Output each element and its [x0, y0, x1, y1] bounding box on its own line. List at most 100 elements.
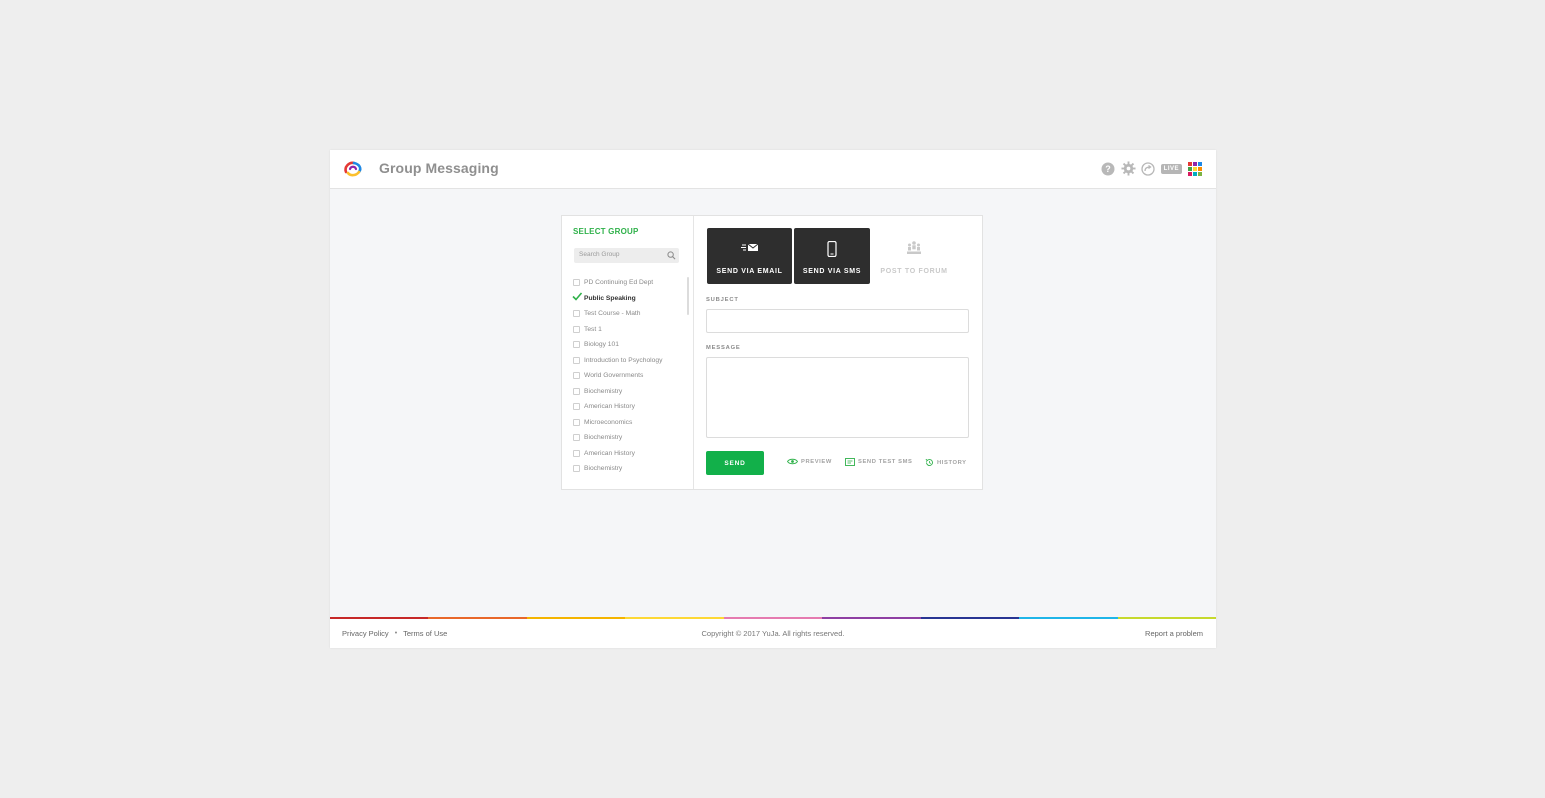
grid-square	[1192, 171, 1197, 176]
group-list-scrollbar[interactable]	[687, 277, 689, 315]
group-item[interactable]: Microeconomics	[573, 415, 693, 431]
yuja-logo[interactable]	[342, 160, 364, 178]
forum-icon	[907, 241, 921, 254]
checkbox[interactable]	[573, 387, 580, 395]
group-item-label: American History	[584, 403, 635, 411]
group-item-label: Biochemistry	[584, 434, 623, 442]
rainbow-segment	[920, 617, 1020, 619]
grid-square	[1197, 161, 1202, 166]
preview-label: PREVIEW	[801, 458, 832, 465]
grid-square	[1187, 166, 1192, 171]
grid-square	[1192, 161, 1197, 166]
checkbox[interactable]	[573, 279, 580, 287]
grid-square	[1197, 166, 1202, 171]
group-item[interactable]: American History	[573, 399, 693, 415]
group-selector: SELECT GROUP Search Group PD Continuing …	[562, 216, 694, 489]
group-item-label: Biochemistry	[584, 387, 623, 395]
rainbow-segment	[723, 617, 823, 619]
checkbox[interactable]	[573, 434, 580, 442]
checkbox[interactable]	[573, 325, 580, 333]
preview-link[interactable]: PREVIEW	[787, 458, 832, 465]
send-test-sms-link[interactable]: SEND TEST SMS	[845, 458, 913, 466]
page-title: Group Messaging	[379, 160, 499, 176]
tab-send-via-sms[interactable]: SEND VIA SMS	[794, 228, 870, 284]
svg-text:?: ?	[1105, 164, 1111, 174]
subject-input[interactable]	[706, 309, 969, 333]
group-item[interactable]: Test 1	[573, 322, 693, 338]
select-group-title: SELECT GROUP	[573, 227, 639, 236]
checkbox[interactable]	[573, 449, 580, 457]
phone-icon	[827, 241, 837, 257]
copyright-text: Copyright © 2017 YuJa. All rights reserv…	[701, 629, 845, 638]
help-icon[interactable]: ?	[1101, 161, 1116, 176]
group-item[interactable]: Biochemistry	[573, 384, 693, 400]
sms-icon	[845, 458, 855, 466]
compose-pane: SEND VIA EMAIL SEND VIA SMS POST TO FORU…	[694, 216, 982, 489]
group-item-label: Test 1	[584, 325, 602, 333]
group-item[interactable]: PD Continuing Ed Dept	[573, 275, 693, 291]
rainbow-divider	[330, 617, 1216, 619]
group-item-label: Public Speaking	[584, 294, 636, 302]
message-label: MESSAGE	[706, 345, 741, 351]
tab-sms-label: SEND VIA SMS	[802, 268, 862, 275]
group-item-label: Introduction to Psychology	[584, 356, 663, 364]
tab-forum-label: POST TO FORUM	[880, 268, 948, 275]
rainbow-segment	[822, 617, 921, 619]
group-item-label: World Governments	[584, 372, 644, 380]
grid-square	[1192, 166, 1197, 171]
group-item-label: Biochemistry	[584, 465, 623, 473]
app-window: Group Messaging ? LIVE SELECT GROUP Sear…	[330, 150, 1216, 648]
send-button[interactable]: SEND	[706, 451, 764, 475]
report-problem-link[interactable]: Report a problem	[1145, 629, 1203, 638]
checkbox[interactable]	[573, 403, 580, 411]
checkbox[interactable]	[573, 465, 580, 473]
tab-post-to-forum[interactable]: POST TO FORUM	[874, 228, 954, 284]
checkbox[interactable]	[573, 372, 580, 380]
rainbow-segment	[1117, 617, 1216, 619]
group-item[interactable]: Biology 101	[573, 337, 693, 353]
checkmark-icon	[572, 292, 582, 301]
search-icon	[667, 251, 676, 260]
group-item-label: Test Course - Math	[584, 310, 641, 318]
tab-send-via-email[interactable]: SEND VIA EMAIL	[707, 228, 792, 284]
rainbow-segment	[428, 617, 527, 619]
message-textarea[interactable]	[706, 357, 969, 438]
messaging-card: SELECT GROUP Search Group PD Continuing …	[561, 215, 983, 490]
rainbow-segment	[526, 617, 626, 619]
group-item[interactable]: Public Speaking	[572, 291, 693, 307]
tab-email-label: SEND VIA EMAIL	[716, 268, 783, 275]
group-item-label: Biology 101	[584, 341, 619, 349]
checkbox[interactable]	[573, 341, 580, 349]
group-item-label: American History	[584, 449, 635, 457]
checkbox[interactable]	[573, 310, 580, 318]
checkbox[interactable]	[573, 418, 580, 426]
group-item-label: PD Continuing Ed Dept	[584, 279, 654, 287]
checkbox[interactable]	[573, 356, 580, 364]
group-list: PD Continuing Ed Dept Public Speaking Test…	[572, 275, 693, 477]
grid-square	[1187, 161, 1192, 166]
subject-label: SUBJECT	[706, 297, 739, 303]
group-item[interactable]: Biochemistry	[573, 430, 693, 446]
top-bar: Group Messaging ? LIVE	[330, 150, 1216, 189]
share-icon[interactable]	[1141, 161, 1156, 176]
search-placeholder: Search Group	[579, 251, 620, 258]
rainbow-segment	[625, 617, 724, 619]
top-icons: ? LIVE	[1101, 161, 1202, 176]
send-test-sms-label: SEND TEST SMS	[858, 459, 913, 465]
group-item[interactable]: Test Course - Math	[573, 306, 693, 322]
history-link[interactable]: HISTORY	[925, 458, 967, 467]
group-item[interactable]: World Governments	[573, 368, 693, 384]
rainbow-segment	[330, 617, 429, 619]
group-item[interactable]: American History	[573, 446, 693, 462]
checkbox-checked[interactable]	[572, 292, 582, 302]
email-icon	[740, 243, 758, 251]
history-icon	[925, 458, 933, 466]
search-group-input[interactable]: Search Group	[574, 248, 679, 263]
live-icon[interactable]: LIVE	[1160, 161, 1182, 176]
gear-icon[interactable]	[1121, 161, 1136, 176]
eye-icon	[787, 458, 798, 465]
group-item[interactable]: Biochemistry	[573, 461, 693, 477]
group-item-label: Microeconomics	[584, 418, 633, 426]
apps-grid-icon[interactable]	[1187, 161, 1202, 176]
group-item[interactable]: Introduction to Psychology	[573, 353, 693, 369]
